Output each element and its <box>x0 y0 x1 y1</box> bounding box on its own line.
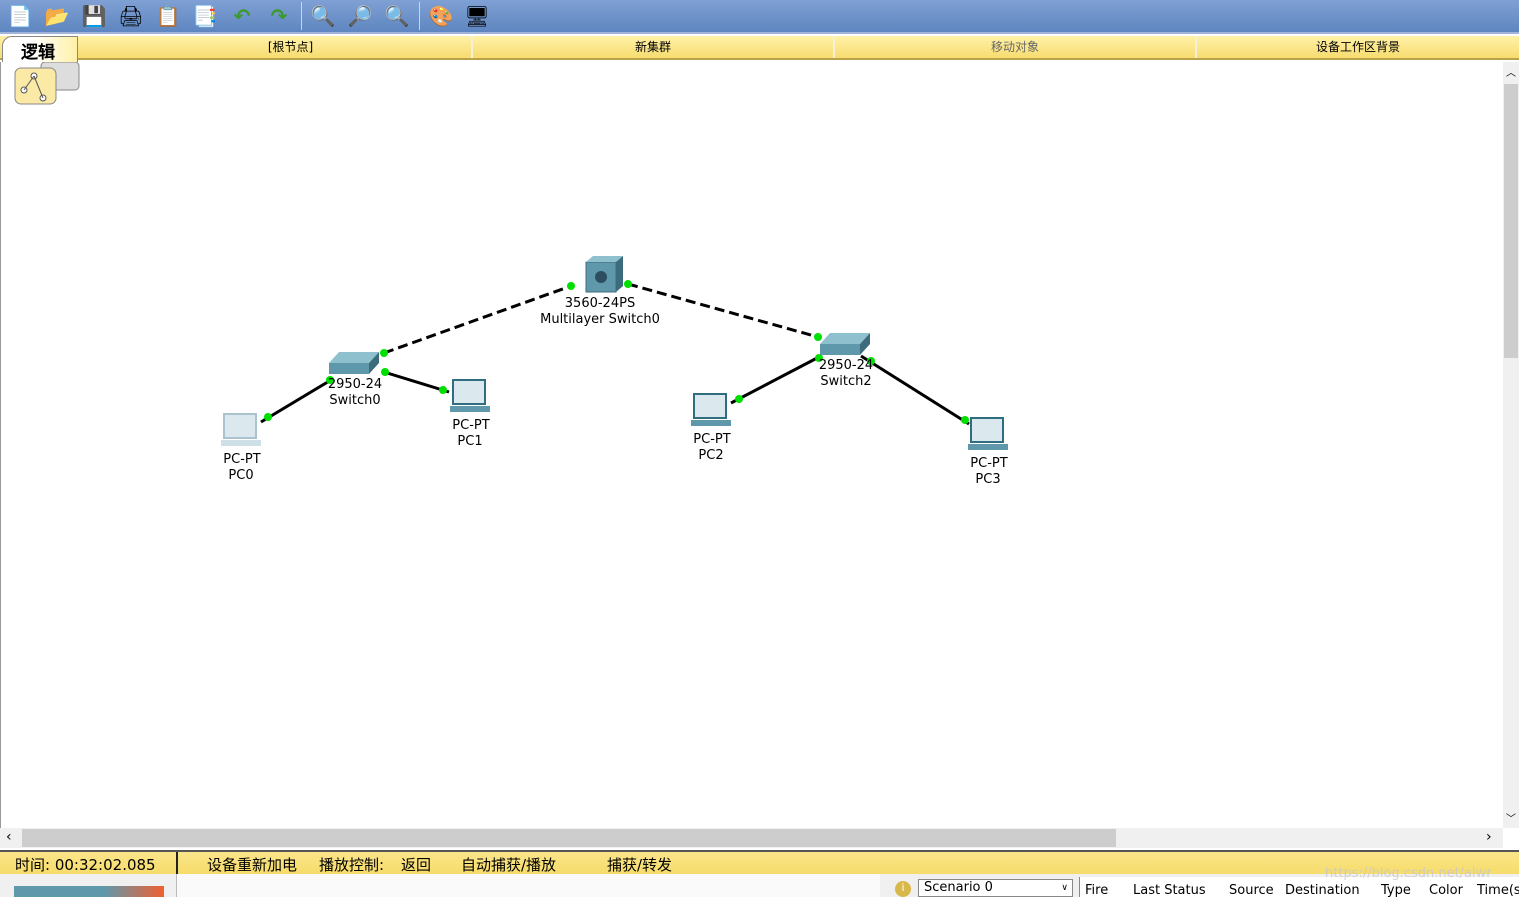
link-status-light <box>439 386 447 394</box>
link-status-light <box>735 395 743 403</box>
device-category-icons[interactable] <box>14 886 164 897</box>
svg-text:PC2: PC2 <box>698 448 723 463</box>
root-node-button[interactable]: [根节点] <box>110 36 473 58</box>
bottom-panel: i Scenario 0 ∨ Fire Last Status Source De… <box>0 866 1519 898</box>
link-mls0-switch2 <box>627 282 819 339</box>
column-time: Time(s <box>1477 883 1519 898</box>
paste-icon[interactable]: 📑 <box>190 2 220 30</box>
cluster-icon[interactable] <box>14 62 80 105</box>
palette-icon[interactable]: 🎨 <box>426 2 456 30</box>
power-cycle-button[interactable]: 设备重新加电 <box>207 854 297 875</box>
link-switch2-pc3 <box>860 354 970 426</box>
custom-device-icon[interactable]: 🖥 <box>462 2 492 30</box>
time-display: 时间: 00:32:02.085 <box>15 856 156 874</box>
new-file-icon[interactable]: 📄 <box>5 2 35 30</box>
svg-text:PC-PT: PC-PT <box>223 452 260 467</box>
chevron-down-icon: ∨ <box>1061 883 1068 893</box>
watermark: https://blog.csdn.net/aiwr <box>1325 866 1492 881</box>
device-pc1[interactable]: PC-PT PC1 <box>450 379 490 449</box>
redo-icon[interactable]: ↷ <box>264 2 294 30</box>
svg-text:PC-PT: PC-PT <box>970 456 1007 471</box>
playback-label: 播放控制: <box>319 856 385 874</box>
scroll-down-icon[interactable]: ﹀ <box>1506 810 1516 825</box>
new-cluster-button[interactable]: 新集群 <box>473 36 835 58</box>
link-status-light <box>624 280 632 288</box>
svg-text:PC0: PC0 <box>228 468 253 483</box>
scenario-value: Scenario 0 <box>924 880 993 895</box>
save-icon[interactable]: 💾 <box>79 2 109 30</box>
svg-text:2950-24: 2950-24 <box>819 358 873 373</box>
scroll-right-icon[interactable]: › <box>1486 829 1492 845</box>
scroll-left-icon[interactable]: ‹ <box>6 829 12 845</box>
zoom-reset-icon[interactable]: 🔎 <box>345 2 375 30</box>
svg-text:PC1: PC1 <box>457 434 482 449</box>
horizontal-scroll-thumb[interactable] <box>22 829 1116 847</box>
device-pc3[interactable]: PC-PT PC3 <box>968 417 1008 487</box>
device-switch2[interactable]: 2950-24 Switch2 <box>819 333 873 389</box>
column-fire: Fire <box>1085 883 1109 898</box>
link-status-light <box>264 413 272 421</box>
svg-text:2950-24: 2950-24 <box>328 377 382 392</box>
zoom-out-icon[interactable]: 🔍 <box>382 2 412 30</box>
horizontal-scrollbar[interactable]: ‹ › <box>0 828 1503 848</box>
toolbar: 📄 📂 💾 🖨 📋 📑 ↶ ↷ 🔍 🔎 🔍 🎨 🖥 <box>0 0 1519 34</box>
logical-workspace[interactable]: 3560-24PS Multilayer Switch0 2950-24 Swi… <box>0 62 1503 828</box>
workspace-bar: [根节点] 新集群 移动对象 设备工作区背景 <box>0 36 1519 60</box>
auto-capture-button[interactable]: 自动捕获/播放 <box>461 854 556 875</box>
column-last-status: Last Status <box>1133 883 1206 898</box>
device-switch0[interactable]: 2950-24 Switch0 <box>328 352 382 408</box>
column-color: Color <box>1429 883 1463 898</box>
link-status-light <box>381 368 389 376</box>
link-status-light <box>814 333 822 341</box>
zoom-in-icon[interactable]: 🔍 <box>308 2 338 30</box>
undo-icon[interactable]: ↶ <box>227 2 257 30</box>
move-object-button[interactable]: 移动对象 <box>835 36 1197 58</box>
column-type: Type <box>1381 883 1411 898</box>
link-switch2-pc2 <box>730 355 820 405</box>
svg-text:Switch0: Switch0 <box>329 393 380 408</box>
scenario-select[interactable]: Scenario 0 ∨ <box>918 879 1073 897</box>
svg-text:PC-PT: PC-PT <box>452 418 489 433</box>
capture-forward-button[interactable]: 捕获/转发 <box>607 854 672 875</box>
column-source: Source <box>1229 883 1274 898</box>
device-list[interactable] <box>176 874 880 897</box>
copy-icon[interactable]: 📋 <box>153 2 183 30</box>
open-folder-icon[interactable]: 📂 <box>42 2 72 30</box>
scroll-up-icon[interactable]: ︿ <box>1506 64 1516 79</box>
svg-text:PC-PT: PC-PT <box>693 432 730 447</box>
device-pc0[interactable]: PC-PT PC0 <box>221 413 261 483</box>
link-status-light <box>567 282 575 290</box>
link-status-light <box>961 416 969 424</box>
svg-text:Switch2: Switch2 <box>820 374 871 389</box>
link-status-light <box>380 349 388 357</box>
info-icon[interactable]: i <box>895 881 911 897</box>
workspace-background-button[interactable]: 设备工作区背景 <box>1197 36 1519 58</box>
realtime-status-bar: 时间: 00:32:02.085 设备重新加电 播放控制: 返回 自动捕获/播放… <box>0 850 1519 874</box>
device-pc2[interactable]: PC-PT PC2 <box>691 393 731 463</box>
vertical-scroll-thumb[interactable] <box>1504 84 1518 358</box>
svg-text:3560-24PS: 3560-24PS <box>565 296 635 311</box>
vertical-scrollbar[interactable]: ︿ ﹀ <box>1503 62 1519 828</box>
column-destination: Destination <box>1285 883 1360 898</box>
svg-text:PC3: PC3 <box>975 472 1000 487</box>
svg-text:Multilayer Switch0: Multilayer Switch0 <box>540 312 660 327</box>
print-icon[interactable]: 🖨 <box>116 2 146 30</box>
back-button[interactable]: 返回 <box>401 854 431 875</box>
